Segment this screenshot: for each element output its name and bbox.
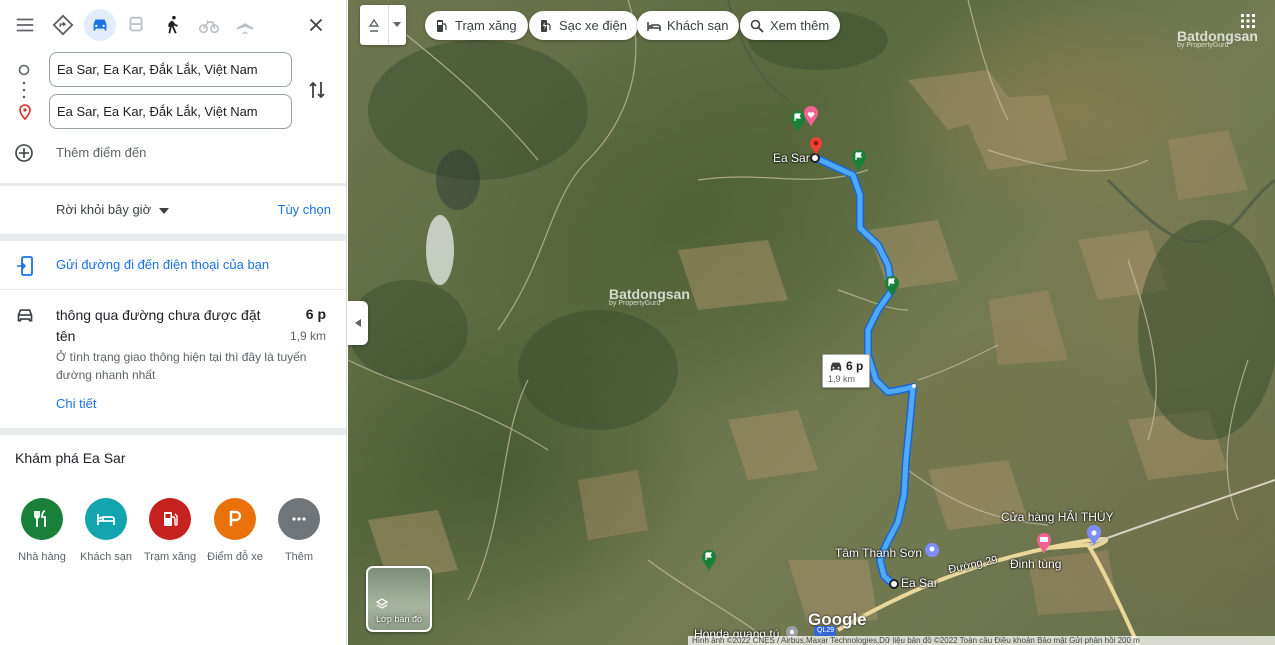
map-label-store[interactable]: Cửa hàng HẢI THÚY [1001,510,1114,524]
explore-title: Khám phá Ea Sar [15,450,126,466]
depart-time-dropdown[interactable]: Rời khỏi bây giờ [56,202,169,217]
chip-ev-charging[interactable]: Sạc xe điện [529,11,638,40]
map-label-ea-sar[interactable]: Ea Sar [773,151,810,165]
chip-hotels[interactable]: Khách sạn [637,11,740,40]
bike-icon[interactable] [193,9,225,41]
add-destination-row[interactable]: Thêm điểm đến [0,140,346,166]
route-end-point[interactable] [889,579,899,589]
category-label: Thêm [284,551,314,563]
car-icon[interactable] [84,9,116,41]
route-details-link[interactable]: Chi tiết [56,396,96,411]
collapse-panel-button[interactable] [348,301,368,345]
map-label-store[interactable]: Đinh tùng [1010,557,1061,571]
layer-toggle-button[interactable] [360,5,406,45]
swap-icon[interactable] [307,79,327,101]
destination-map-pin-icon[interactable] [810,137,822,156]
map-label-store[interactable]: Tâm Thanh Sơn [835,546,922,560]
chip-more[interactable]: Xem thêm [740,11,841,40]
bubble-distance: 1,9 km [828,374,856,384]
category-restaurants[interactable]: Nhà hàng [12,498,72,563]
menu-icon[interactable] [9,9,41,41]
route-distance: 1,9 km [289,329,326,343]
gas-station-icon [149,498,191,540]
directions-panel: Ea Sar, Ea Kar, Đắk Lắk, Việt Nam Ea Sar… [0,0,347,645]
poi-green-pin-icon[interactable] [791,111,805,133]
map-label-ea-sar[interactable]: Ea Sar [901,576,938,590]
category-parking[interactable]: Điểm đỗ xe [205,498,265,563]
category-label: Khách sạn [80,551,132,563]
map-terrain [348,0,1275,645]
destination-input[interactable]: Ea Sar, Ea Kar, Đắk Lắk, Việt Nam [49,94,292,129]
google-logo: Google [808,610,867,629]
map-layers-button[interactable]: Lớp bản đồ [366,566,432,632]
depart-label: Rời khỏi bây giờ [56,202,152,217]
route-duration: 6 p [305,306,326,322]
car-icon [17,309,33,322]
category-hotels[interactable]: Khách sạn [76,498,136,563]
parking-icon [214,498,256,540]
bubble-duration: 6 p [846,359,864,373]
divider [0,428,346,435]
layers-label: Lớp bản đồ [376,614,422,624]
destination-row: Ea Sar, Ea Kar, Đắk Lắk, Việt Nam [0,94,346,130]
poi-green-pin-icon[interactable] [852,150,866,172]
walk-icon[interactable] [157,9,189,41]
chip-label: Xem thêm [770,18,830,33]
layers-icon [376,598,388,609]
close-icon[interactable] [300,9,332,41]
send-to-phone-icon [17,256,33,276]
chevron-left-icon [355,319,361,327]
chip-gas-stations[interactable]: Trạm xăng [425,11,528,40]
origin-input[interactable]: Ea Sar, Ea Kar, Đắk Lắk, Việt Nam [49,52,292,87]
route-start-point[interactable] [810,153,820,163]
add-circle-icon [15,144,33,162]
divider [0,234,346,241]
transit-icon[interactable] [120,9,152,41]
add-destination-label: Thêm điểm đến [56,145,147,160]
gas-station-icon [437,19,447,32]
poi-green-pin-icon[interactable] [702,550,716,572]
watermark: Batdongsan by PropertyGuru [1177,28,1258,49]
route-note: Ở tình trạng giao thông hiện tại thì đây… [56,350,307,382]
category-label: Điểm đỗ xe [207,551,263,563]
dropdown-arrow-icon [158,207,169,214]
divider [0,289,346,290]
ev-charging-icon [541,19,551,32]
travel-mode-bar [0,0,346,50]
route-via-text[interactable]: thông qua đường chưa được đặt tên [56,305,281,347]
map-footer[interactable]: Hình ảnh ©2022 CNES / Airbus,Maxar Techn… [688,636,1275,645]
origin-row: Ea Sar, Ea Kar, Đắk Lắk, Việt Nam [0,52,346,88]
shop-pin-icon[interactable] [925,543,939,557]
origin-circle-icon [18,64,30,76]
restaurant-icon [21,498,63,540]
flight-icon[interactable] [229,9,261,41]
options-link[interactable]: Tùy chọn [278,202,331,217]
watermark: Batdongsan by PropertyGuru [609,286,690,307]
more-icon [278,498,320,540]
best-route-icon[interactable] [47,9,79,41]
destination-pin-icon [19,104,31,120]
category-label: Nhà hàng [18,551,66,563]
apps-grid-icon[interactable] [1241,14,1255,28]
chip-label: Khách sạn [667,18,729,33]
divider [0,183,346,186]
car-icon [830,362,842,372]
poi-pink-pin-icon[interactable] [804,106,818,128]
satellite-map[interactable]: Trạm xăng Sạc xe điện Khách sạn Xem thêm… [348,0,1275,645]
chevron-down-icon [393,22,401,27]
hotel-icon [85,498,127,540]
category-gas-stations[interactable]: Trạm xăng [140,498,200,563]
chip-label: Sạc xe điện [559,18,627,33]
search-icon [750,19,764,33]
category-label: Trạm xăng [143,551,197,563]
hotel-icon [647,21,661,31]
route-info-bubble[interactable]: 6 p 1,9 km [822,354,870,388]
layer-type-icon [368,18,380,32]
send-to-phone-link[interactable]: Gửi đường đi đến điện thoại của bạn [56,257,269,272]
category-more[interactable]: Thêm [269,498,329,563]
chip-label: Trạm xăng [455,18,517,33]
